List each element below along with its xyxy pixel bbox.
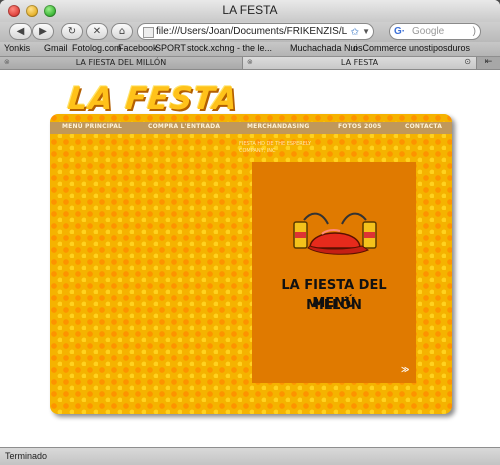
bookmark-item[interactable]: Facebook [118,43,158,53]
home-button[interactable]: ⌂ [111,23,133,40]
page-content: LA FESTA MENÚ PRINCIPAL COMPRA L'ENTRADA… [0,70,500,447]
reload-icon: ↻ [67,26,77,37]
menu-contacta-link[interactable]: CONTACTA [405,123,442,130]
tab-label: LA FESTA [340,58,379,67]
address-bar[interactable]: file:///Users/Joan/Documents/FRIKENZIS/L… [137,23,374,40]
bookmark-item[interactable]: Gmail [44,43,68,53]
menu-compra-entrada-link[interactable]: COMPRA L'ENTRADA [148,123,220,130]
status-text: Terminado [5,451,48,461]
bookmark-item[interactable]: Yonkis [4,43,30,53]
tab-loading-icon: ⊙ [464,57,471,66]
browser-toolbar: ◀ ▶ ↻ ✕ ⌂ file:///Users/Joan/Documents/F… [0,22,500,42]
address-text: file:///Users/Joan/Documents/FRIKENZIS/L… [156,26,347,37]
search-field[interactable]: G· Google ) [389,23,481,40]
title-bar[interactable]: LA FESTA [0,0,500,23]
page-favicon-icon [143,27,154,38]
stop-icon: ✕ [92,26,102,37]
bookmark-item[interactable]: stock.xchng - the le... [187,43,272,53]
menu-principal-link[interactable]: MENÚ PRINCIPAL [62,123,122,130]
bookmark-item[interactable]: unostiposduros [409,43,470,53]
bookmark-item[interactable]: osCommerce [353,43,407,53]
hero-box: LA FIESTA DEL MILLÓN MENÚ ≫ [252,162,416,383]
back-button[interactable]: ◀ [9,23,32,40]
enter-arrow-icon[interactable]: ≫ [401,365,409,374]
site-panel: MENÚ PRINCIPAL COMPRA L'ENTRADA MERCHAND… [50,114,452,414]
site-menu-bar: MENÚ PRINCIPAL COMPRA L'ENTRADA MERCHAND… [50,122,452,134]
bookmark-item[interactable]: SPORT [155,43,186,53]
tab-label: LA FIESTA DEL MILLÓN [75,58,167,67]
search-placeholder: Google [412,26,445,37]
home-icon: ⌂ [118,26,126,37]
beer-helmet-icon [293,212,377,255]
tab-overflow-icon[interactable]: ⇤ [477,57,500,69]
status-bar: Terminado [0,447,500,465]
window-title: LA FESTA [222,3,278,17]
forward-button[interactable]: ▶ [32,23,54,40]
bookmarks-bar: Yonkis Gmail Fotolog.com Facebook SPORT … [0,42,500,57]
tab-la-festa[interactable]: ⊗ LA FESTA ⊙ [243,57,477,69]
search-clear-icon[interactable]: ) [473,24,476,39]
back-arrow-icon: ◀ [16,26,25,37]
forward-arrow-icon: ▶ [39,26,47,37]
reload-button[interactable]: ↻ [61,23,83,40]
bookmark-item[interactable]: Muchachada Nui [290,43,358,53]
browser-window: LA FESTA ◀ ▶ ↻ ✕ ⌂ file:///Users/Joan/Do… [0,0,500,465]
bookmark-star-icon[interactable]: ✩ [351,25,359,39]
google-icon[interactable]: G· [394,24,405,39]
menu-fotos-link[interactable]: FOTOS 2005 [338,123,382,130]
address-dropdown-icon[interactable]: ▼ [362,24,370,39]
tab-bar: ⊗ LA FIESTA DEL MILLÓN ⊗ LA FESTA ⊙ ⇤ [0,57,500,70]
tab-fiesta-del-millon[interactable]: ⊗ LA FIESTA DEL MILLÓN [0,57,243,69]
stop-button[interactable]: ✕ [86,23,108,40]
hero-subtitle: MENÚ [312,296,356,311]
menu-merchandasing-link[interactable]: MERCHANDASING [247,123,310,130]
bookmark-item[interactable]: Fotolog.com [72,43,122,53]
site-tagline: FIESTA HD DE THE ESPERELY COMPANY, INC [239,141,312,154]
site-logo[interactable]: LA FESTA [66,81,240,117]
